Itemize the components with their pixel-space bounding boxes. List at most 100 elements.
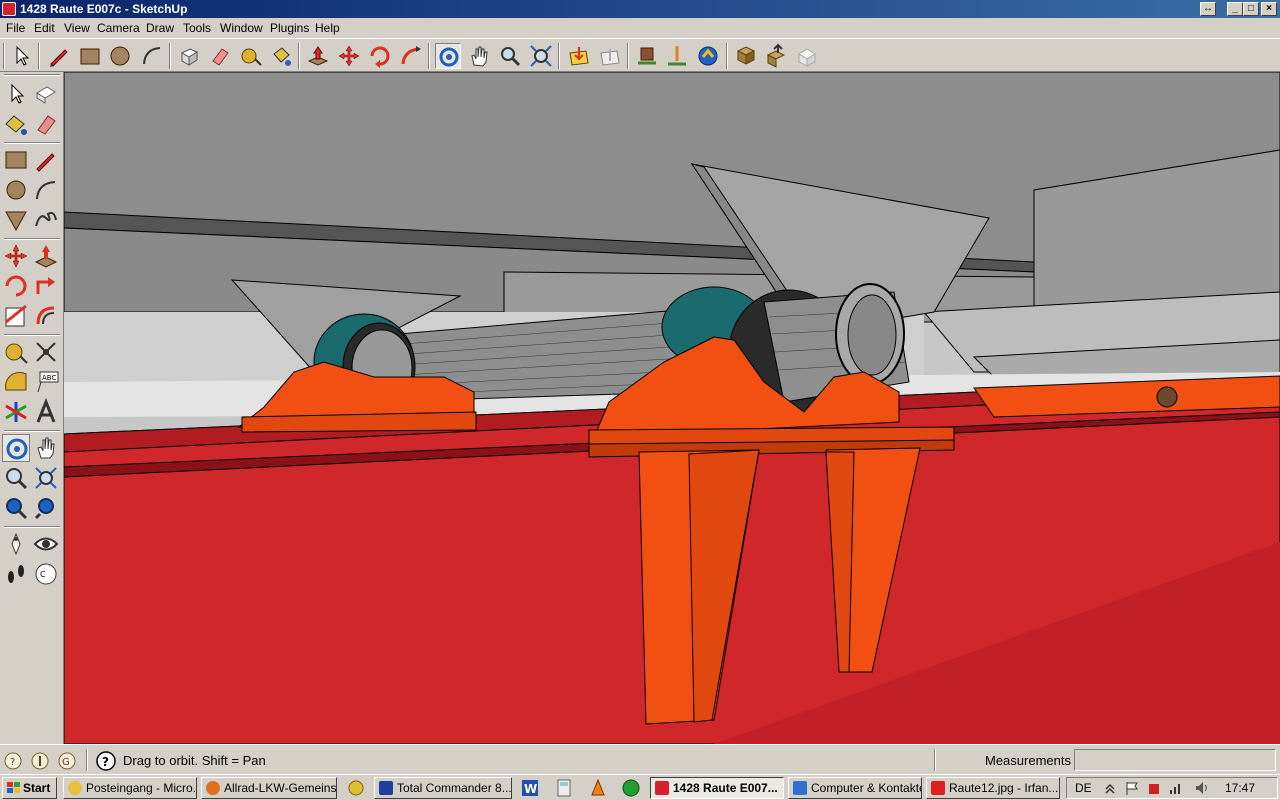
pencil-icon[interactable] bbox=[46, 43, 72, 69]
paint-bucket-icon[interactable] bbox=[2, 110, 30, 138]
toggle-terrain-icon[interactable] bbox=[664, 43, 690, 69]
word-icon[interactable]: W bbox=[520, 778, 540, 798]
measurements-input[interactable] bbox=[1074, 749, 1276, 771]
quicklaunch-icon[interactable] bbox=[346, 778, 366, 798]
protractor-icon[interactable] bbox=[2, 368, 30, 396]
follow-me-icon[interactable] bbox=[32, 272, 60, 300]
maximize-button[interactable]: □ bbox=[1243, 2, 1259, 16]
menu-draw[interactable]: Draw bbox=[146, 21, 174, 35]
3d-text-icon[interactable] bbox=[32, 397, 60, 426]
menu-view[interactable]: View bbox=[64, 21, 90, 35]
sketchup-app-icon[interactable] bbox=[2, 2, 16, 16]
toolbar-grip[interactable] bbox=[4, 74, 60, 76]
circle-icon[interactable] bbox=[2, 176, 30, 204]
task-sketchup[interactable]: 1428 Raute E007... bbox=[650, 777, 784, 799]
add-location-icon[interactable] bbox=[634, 43, 660, 69]
zoom-window-icon[interactable] bbox=[32, 464, 60, 492]
arc-icon[interactable] bbox=[139, 43, 165, 69]
axes-icon[interactable] bbox=[2, 398, 30, 426]
eraser-icon[interactable] bbox=[207, 43, 233, 69]
calculator-icon[interactable] bbox=[554, 778, 574, 798]
pan-hand-icon[interactable] bbox=[32, 434, 60, 462]
orbit-icon[interactable] bbox=[435, 43, 461, 69]
sign-in-icon[interactable]: G bbox=[57, 751, 77, 771]
minimize-button[interactable]: _ bbox=[1227, 2, 1243, 16]
polygon-icon[interactable] bbox=[2, 206, 30, 234]
move-icon[interactable] bbox=[336, 43, 362, 69]
clock[interactable]: 17:47 bbox=[1225, 781, 1255, 795]
share-component-icon[interactable] bbox=[763, 43, 789, 69]
task-firefox[interactable]: Allrad-LKW-Gemeins... bbox=[201, 777, 337, 799]
tray-expand-icon[interactable] bbox=[1102, 780, 1118, 796]
tape-measure-icon[interactable] bbox=[2, 338, 30, 366]
task-outlook[interactable]: Posteingang - Micro... bbox=[63, 777, 197, 799]
zoom-icon[interactable] bbox=[2, 464, 30, 492]
restore-down-button[interactable]: ↔ bbox=[1200, 2, 1216, 16]
start-button[interactable]: Start bbox=[2, 777, 57, 799]
credits-icon[interactable] bbox=[30, 751, 50, 771]
toolbar-grip[interactable] bbox=[3, 43, 5, 69]
walk-footprints-icon[interactable] bbox=[2, 560, 30, 588]
line-pencil-icon[interactable] bbox=[32, 146, 60, 174]
network-signal-icon[interactable] bbox=[1168, 780, 1184, 796]
green-app-icon[interactable] bbox=[621, 778, 641, 798]
menu-edit[interactable]: Edit bbox=[34, 21, 55, 35]
menu-window[interactable]: Window bbox=[220, 21, 263, 35]
select-tool-icon[interactable] bbox=[8, 43, 34, 69]
geo-location-icon[interactable]: ? bbox=[3, 751, 23, 771]
make-component-icon[interactable] bbox=[176, 43, 202, 69]
follow-me-icon[interactable] bbox=[398, 43, 424, 69]
push-pull-icon[interactable] bbox=[32, 242, 60, 270]
instructor-help-icon[interactable]: ? bbox=[96, 751, 116, 771]
section-plane-icon[interactable]: C bbox=[32, 560, 60, 588]
close-button[interactable]: × bbox=[1261, 2, 1277, 16]
paint-bucket-icon[interactable] bbox=[268, 43, 294, 69]
select-tool-icon[interactable] bbox=[2, 80, 30, 108]
look-around-eye-icon[interactable] bbox=[32, 530, 60, 558]
share-model-icon[interactable] bbox=[597, 43, 623, 69]
volume-speaker-icon[interactable] bbox=[1194, 780, 1210, 796]
get-photo-texture-icon[interactable] bbox=[733, 43, 759, 69]
menu-plugins[interactable]: Plugins bbox=[270, 21, 309, 35]
title-bar[interactable]: 1428 Raute E007c - SketchUp ↔ _ □ × bbox=[0, 0, 1280, 18]
modeling-viewport[interactable] bbox=[64, 72, 1280, 744]
scale-icon[interactable] bbox=[2, 302, 30, 330]
circle-icon[interactable] bbox=[107, 43, 133, 69]
make-component-icon[interactable] bbox=[32, 80, 60, 108]
push-pull-icon[interactable] bbox=[305, 43, 331, 69]
menu-file[interactable]: File bbox=[6, 21, 25, 35]
zoom-extents-icon[interactable] bbox=[2, 494, 30, 522]
photo-textures-icon[interactable] bbox=[695, 43, 721, 69]
task-computer-kontakte[interactable]: Computer & Kontakte bbox=[788, 777, 922, 799]
3d-warehouse-icon[interactable] bbox=[794, 43, 820, 69]
dimension-icon[interactable] bbox=[32, 338, 60, 366]
freehand-icon[interactable] bbox=[32, 206, 60, 234]
task-total-commander[interactable]: Total Commander 8.... bbox=[374, 777, 512, 799]
pan-hand-icon[interactable] bbox=[466, 43, 492, 69]
menu-tools[interactable]: Tools bbox=[183, 21, 211, 35]
offset-icon[interactable] bbox=[32, 302, 60, 330]
zoom-icon[interactable] bbox=[497, 43, 523, 69]
rotate-icon[interactable] bbox=[367, 43, 393, 69]
get-models-icon[interactable] bbox=[566, 43, 592, 69]
firefox-icon bbox=[206, 781, 220, 795]
task-irfanview[interactable]: Raute12.jpg - Irfan... bbox=[926, 777, 1060, 799]
eraser-icon[interactable] bbox=[32, 110, 60, 138]
language-indicator[interactable]: DE bbox=[1075, 781, 1092, 795]
text-icon[interactable]: ABC bbox=[32, 368, 60, 396]
action-center-flag-icon[interactable] bbox=[1124, 780, 1140, 796]
previous-view-icon[interactable] bbox=[32, 494, 60, 522]
vlc-cone-icon[interactable] bbox=[588, 778, 608, 798]
arc-icon[interactable] bbox=[32, 176, 60, 204]
orbit-icon[interactable] bbox=[2, 434, 30, 462]
rectangle-icon[interactable] bbox=[2, 146, 30, 174]
rectangle-icon[interactable] bbox=[77, 43, 103, 69]
tape-measure-icon[interactable] bbox=[237, 43, 263, 69]
security-icon[interactable] bbox=[1146, 780, 1162, 796]
zoom-extents-icon[interactable] bbox=[528, 43, 554, 69]
move-icon[interactable] bbox=[2, 242, 30, 270]
position-camera-icon[interactable] bbox=[2, 530, 30, 558]
menu-camera[interactable]: Camera bbox=[97, 21, 140, 35]
menu-help[interactable]: Help bbox=[315, 21, 340, 35]
rotate-icon[interactable] bbox=[2, 272, 30, 300]
